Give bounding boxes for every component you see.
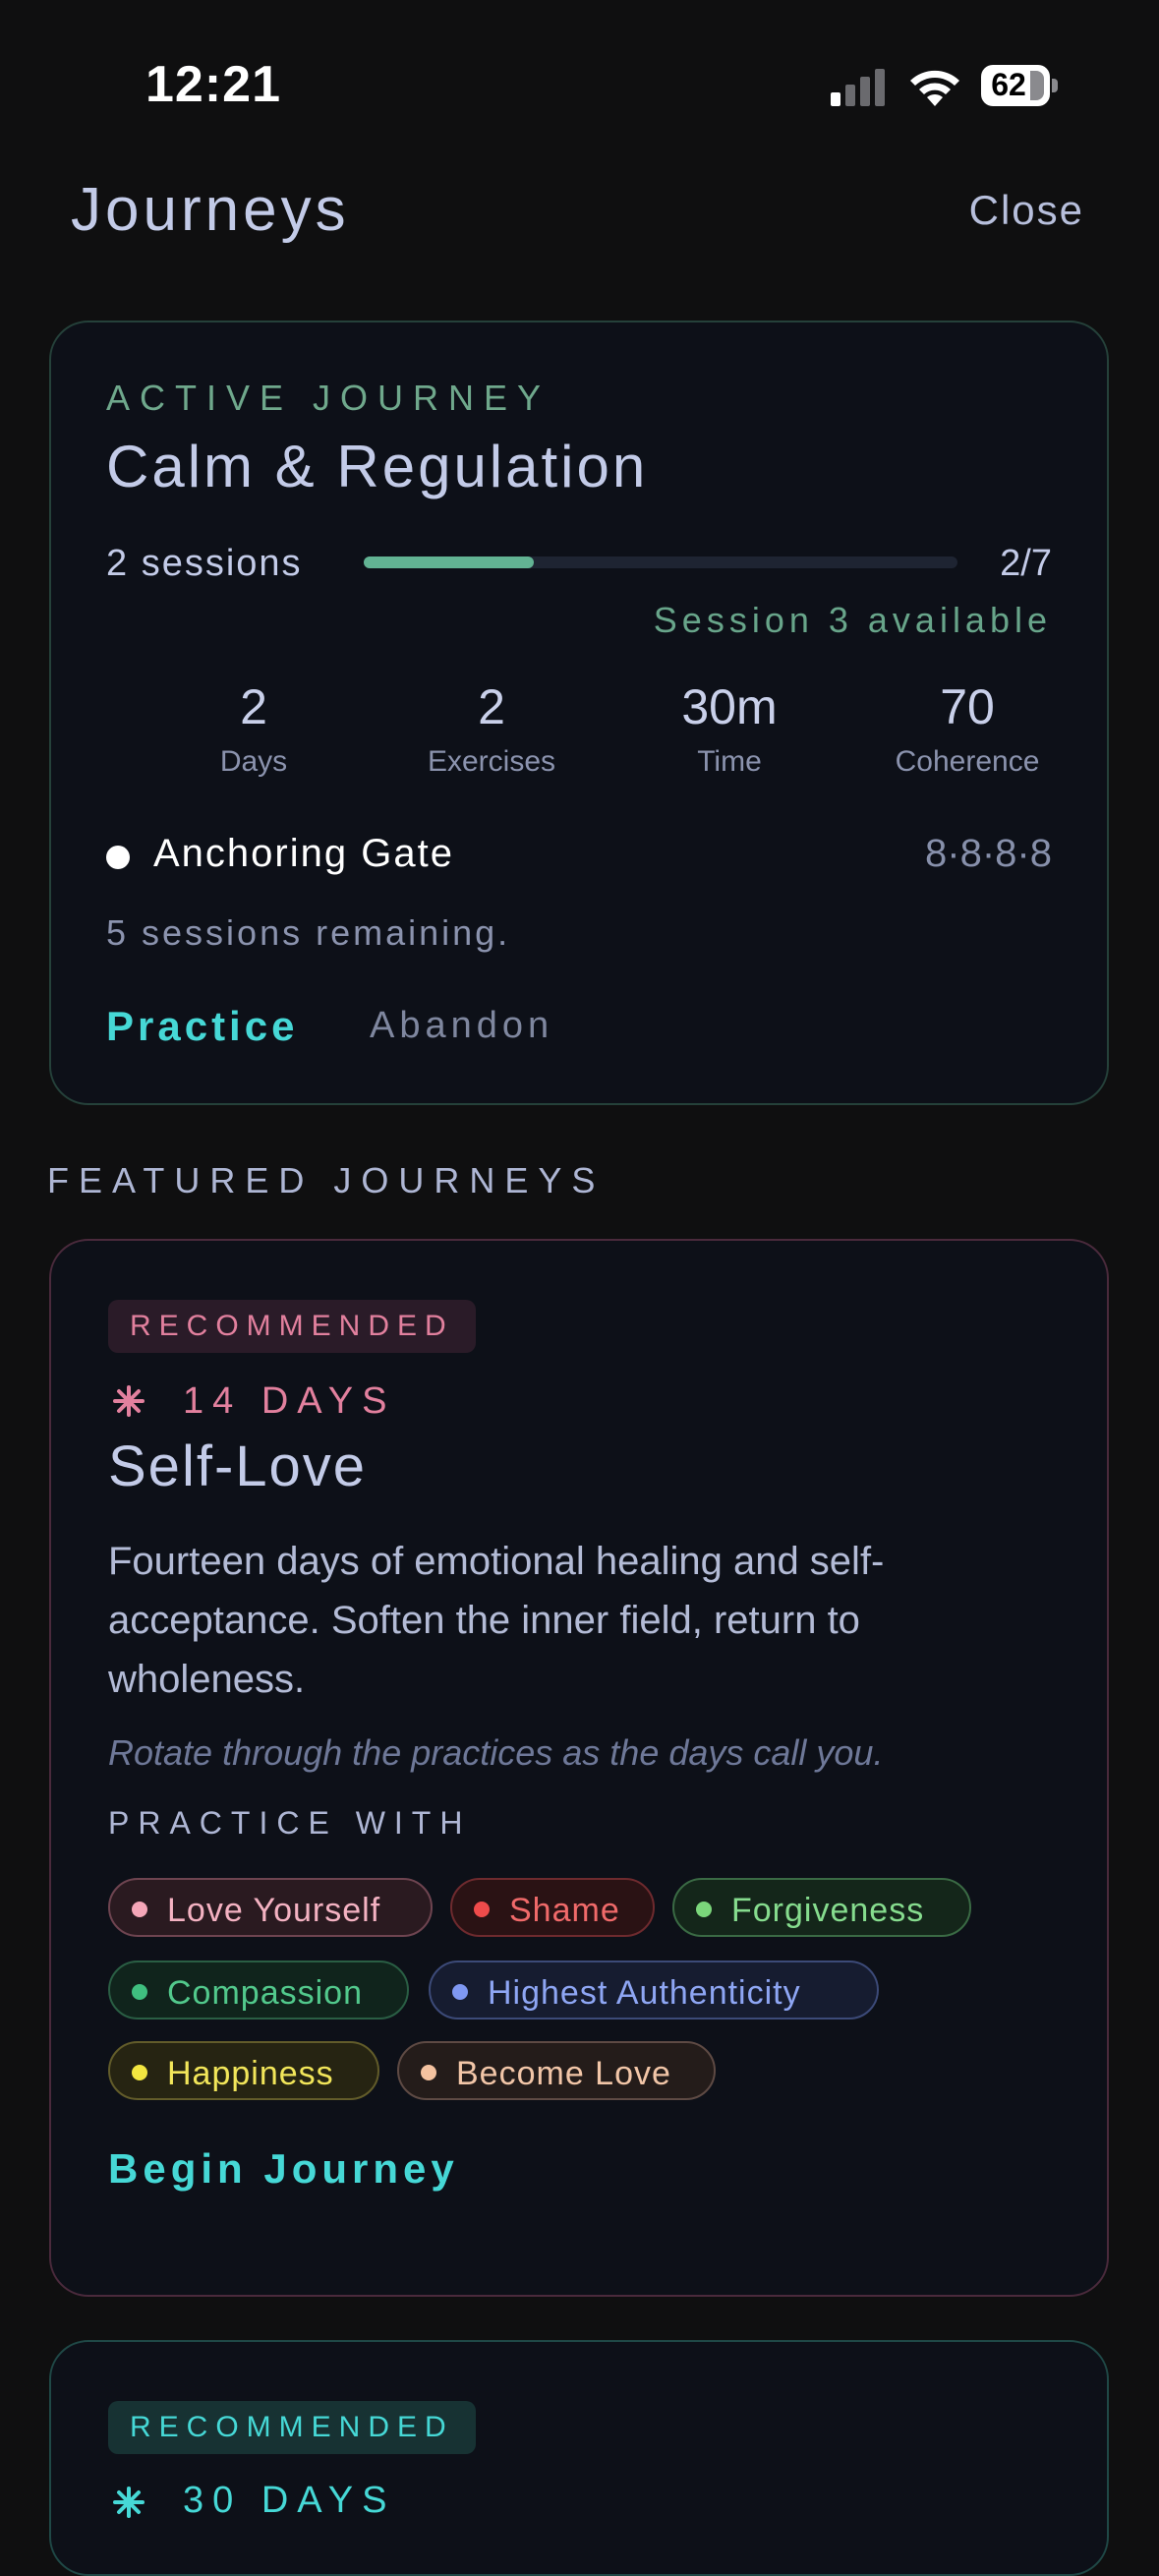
stat-label: Exercises [427, 745, 556, 778]
sessions-completed: 2 sessions [106, 543, 303, 584]
journey-title: Self-Love [108, 1434, 368, 1498]
chip-highest-authenticity[interactable]: Highest Authenticity [429, 1961, 879, 2020]
battery-level: 62 [991, 67, 1026, 102]
chip-label: Love Yourself [167, 1892, 381, 1929]
stat-value: 70 [940, 679, 995, 734]
practice-with-heading: PRACTICE WITH [108, 1805, 472, 1841]
journey-card-30-days[interactable]: RECOMMENDED 30 DAYS [49, 2340, 1109, 2576]
journey-duration: 14 DAYS [183, 1380, 396, 1422]
stat-time: 30m Time [631, 678, 828, 779]
stat-value: 2 [478, 679, 505, 734]
journey-duration: 30 DAYS [183, 2480, 396, 2521]
journey-card-self-love[interactable]: RECOMMENDED 14 DAYS Self-Love Fourteen d… [49, 1239, 1109, 2297]
chip-dot-icon [132, 2065, 147, 2080]
active-journey-title: Calm & Regulation [106, 434, 649, 499]
gate-dot-icon [106, 846, 130, 869]
chip-dot-icon [696, 1902, 712, 1917]
chip-compassion[interactable]: Compassion [108, 1961, 409, 2020]
sparkle-icon [113, 2487, 145, 2518]
status-bar: 12:21 62 [0, 0, 1159, 167]
gate-name: Anchoring Gate [153, 832, 454, 875]
session-available: Session 3 available [653, 600, 1052, 640]
session-count: 2/7 [1000, 543, 1052, 584]
stat-value: 30m [681, 679, 778, 734]
stat-days: 2 Days [155, 678, 352, 779]
chip-love-yourself[interactable]: Love Yourself [108, 1878, 433, 1937]
chip-label: Highest Authenticity [488, 1974, 801, 2012]
chip-dot-icon [132, 1984, 147, 2000]
chip-happiness[interactable]: Happiness [108, 2041, 379, 2100]
page-title: Journeys [71, 176, 350, 244]
close-button[interactable]: Close [969, 187, 1084, 234]
journey-note: Rotate through the practices as the days… [108, 1732, 884, 1773]
journey-progress-fill [364, 556, 534, 568]
chip-label: Shame [509, 1892, 620, 1929]
sessions-remaining: 5 sessions remaining. [106, 912, 511, 953]
stat-label: Days [219, 745, 288, 778]
chip-dot-icon [474, 1902, 490, 1917]
chip-forgiveness[interactable]: Forgiveness [672, 1878, 971, 1937]
chip-label: Happiness [167, 2055, 334, 2092]
stat-label: Time [697, 745, 762, 778]
cellular-signal-icon [831, 69, 890, 106]
chip-dot-icon [452, 1984, 468, 2000]
journey-progress-bar [364, 556, 957, 568]
begin-journey-button[interactable]: Begin Journey [108, 2145, 459, 2193]
sparkle-icon [113, 1385, 145, 1417]
breath-pattern: 8·8·8·8 [925, 832, 1052, 875]
recommended-badge: RECOMMENDED [108, 1300, 476, 1353]
wifi-icon [910, 70, 959, 106]
active-journey-eyebrow: ACTIVE JOURNEY [106, 378, 551, 418]
status-time: 12:21 [145, 56, 281, 113]
chip-label: Become Love [456, 2055, 671, 2092]
chip-shame[interactable]: Shame [450, 1878, 655, 1937]
chip-dot-icon [421, 2065, 436, 2080]
stat-coherence: 70 Coherence [869, 678, 1066, 779]
battery-icon: 62 [981, 65, 1058, 106]
journey-stats: 2 Days 2 Exercises 30m Time 70 Coherence [155, 678, 1077, 796]
chip-label: Compassion [167, 1974, 363, 2012]
featured-journeys-heading: FEATURED JOURNEYS [47, 1160, 606, 1200]
stat-label: Coherence [895, 745, 1040, 778]
stat-value: 2 [240, 679, 267, 734]
chip-label: Forgiveness [731, 1892, 925, 1929]
active-journey-card: ACTIVE JOURNEY Calm & Regulation 2 sessi… [49, 321, 1109, 1105]
chip-become-love[interactable]: Become Love [397, 2041, 716, 2100]
journey-description: Fourteen days of emotional healing and s… [108, 1540, 885, 1701]
recommended-badge: RECOMMENDED [108, 2401, 476, 2454]
abandon-button[interactable]: Abandon [370, 1005, 553, 1047]
practice-button[interactable]: Practice [106, 1003, 298, 1050]
chip-dot-icon [132, 1902, 147, 1917]
stat-exercises: 2 Exercises [393, 678, 590, 779]
